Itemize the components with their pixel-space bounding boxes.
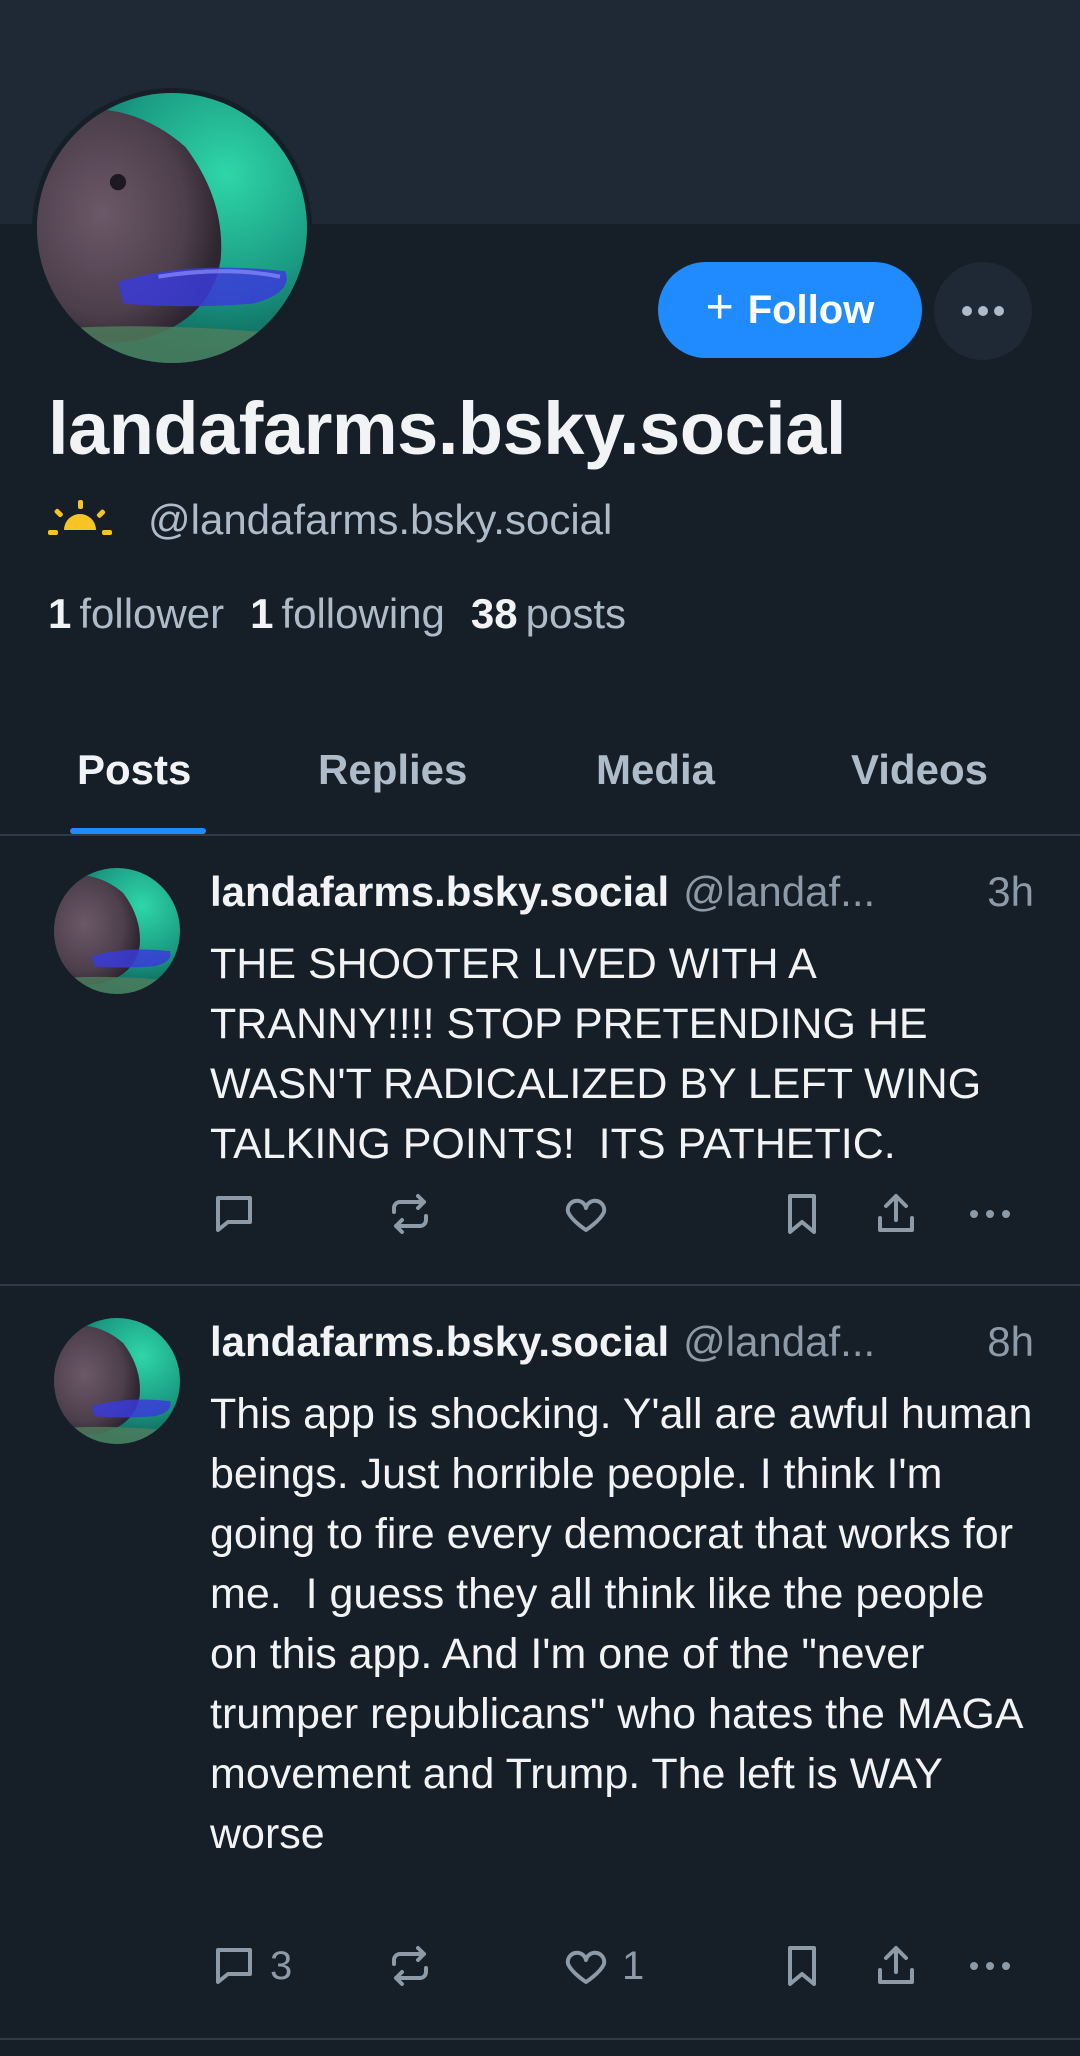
share-button[interactable]	[872, 1190, 920, 1238]
followers-count: 1	[48, 590, 72, 637]
post-author-name[interactable]: landafarms.bsky.social	[210, 1318, 669, 1366]
share-icon	[878, 1194, 914, 1232]
post-author-avatar[interactable]	[54, 868, 180, 994]
reply-icon	[216, 1196, 252, 1232]
post-actions: 3 1	[0, 1942, 1080, 2002]
post-author-avatar[interactable]	[54, 1318, 180, 1444]
profile-handle: @landafarms.bsky.social	[148, 496, 613, 543]
following-label: following	[281, 590, 445, 637]
profile-tabs: Posts Replies Media Videos	[0, 720, 1080, 836]
reply-button[interactable]	[210, 1190, 270, 1238]
reply-icon	[216, 1948, 252, 1984]
posts-stat: 38 posts	[471, 590, 626, 638]
ellipsis-icon	[970, 1210, 1010, 1218]
post-text: This app is shocking. Y'all are awful hu…	[210, 1390, 1045, 1858]
bookmark-icon	[788, 1194, 816, 1234]
post-timestamp[interactable]: 8h	[987, 1318, 1034, 1366]
followers-label: follower	[79, 590, 225, 637]
posts-count: 38	[470, 590, 518, 637]
profile-more-button[interactable]	[934, 262, 1032, 360]
following-stat[interactable]: 1 following	[250, 590, 445, 638]
post-more-button[interactable]	[966, 1190, 1014, 1238]
share-icon	[878, 1946, 914, 1984]
plus-icon: +	[705, 281, 734, 334]
avatar-fish-image	[37, 93, 307, 363]
reply-button[interactable]: 3	[210, 1942, 292, 1990]
posts-label: posts	[525, 590, 626, 637]
profile-avatar[interactable]	[32, 88, 312, 368]
post-actions	[0, 1190, 1080, 1250]
following-count: 1	[250, 590, 274, 637]
active-tab-indicator	[70, 828, 206, 834]
repost-button[interactable]	[386, 1190, 434, 1238]
profile-display-name: landafarms.bsky.social	[48, 387, 846, 470]
ellipsis-icon	[962, 306, 1004, 316]
repost-icon	[392, 1946, 428, 1986]
bookmark-button[interactable]	[778, 1942, 826, 1990]
share-button[interactable]	[872, 1942, 920, 1990]
tab-replies[interactable]: Replies	[318, 746, 467, 794]
post-more-button[interactable]	[966, 1942, 1014, 1990]
bookmark-button[interactable]	[778, 1190, 826, 1238]
like-button[interactable]: 1	[562, 1942, 644, 1990]
heart-icon	[565, 1950, 607, 1984]
sun-horizon-icon	[48, 500, 112, 535]
post-text: THE SHOOTER LIVED WITH A TRANNY!!!! STOP…	[210, 940, 993, 1168]
like-button[interactable]	[562, 1190, 622, 1238]
reply-count: 3	[270, 1943, 293, 1988]
post-item[interactable]: landafarms.bsky.social @landaf... 8h Thi…	[0, 1288, 1080, 2040]
ellipsis-icon	[970, 1962, 1010, 1970]
post-author-name[interactable]: landafarms.bsky.social	[210, 868, 669, 916]
like-count: 1	[622, 1943, 645, 1988]
tab-posts[interactable]: Posts	[77, 746, 191, 794]
avatar-fish-image	[54, 1318, 180, 1444]
avatar-fish-image	[54, 868, 180, 994]
tab-videos[interactable]: Videos	[851, 746, 988, 794]
post-item[interactable]: landafarms.bsky.social @landaf... 3h THE…	[0, 838, 1080, 1286]
repost-button[interactable]	[386, 1942, 434, 1990]
post-timestamp[interactable]: 3h	[987, 868, 1034, 916]
repost-icon	[392, 1194, 428, 1234]
post-author-handle[interactable]: @landaf...	[683, 868, 973, 916]
bookmark-icon	[788, 1946, 816, 1986]
heart-icon	[565, 1198, 607, 1232]
follow-button-label: Follow	[747, 287, 875, 332]
profile-stats: 1 follower 1 following 38 posts	[48, 590, 626, 638]
followers-stat[interactable]: 1 follower	[48, 590, 224, 638]
post-author-handle[interactable]: @landaf...	[683, 1318, 973, 1366]
follow-button[interactable]: + Follow	[658, 262, 922, 358]
tab-media[interactable]: Media	[596, 746, 715, 794]
